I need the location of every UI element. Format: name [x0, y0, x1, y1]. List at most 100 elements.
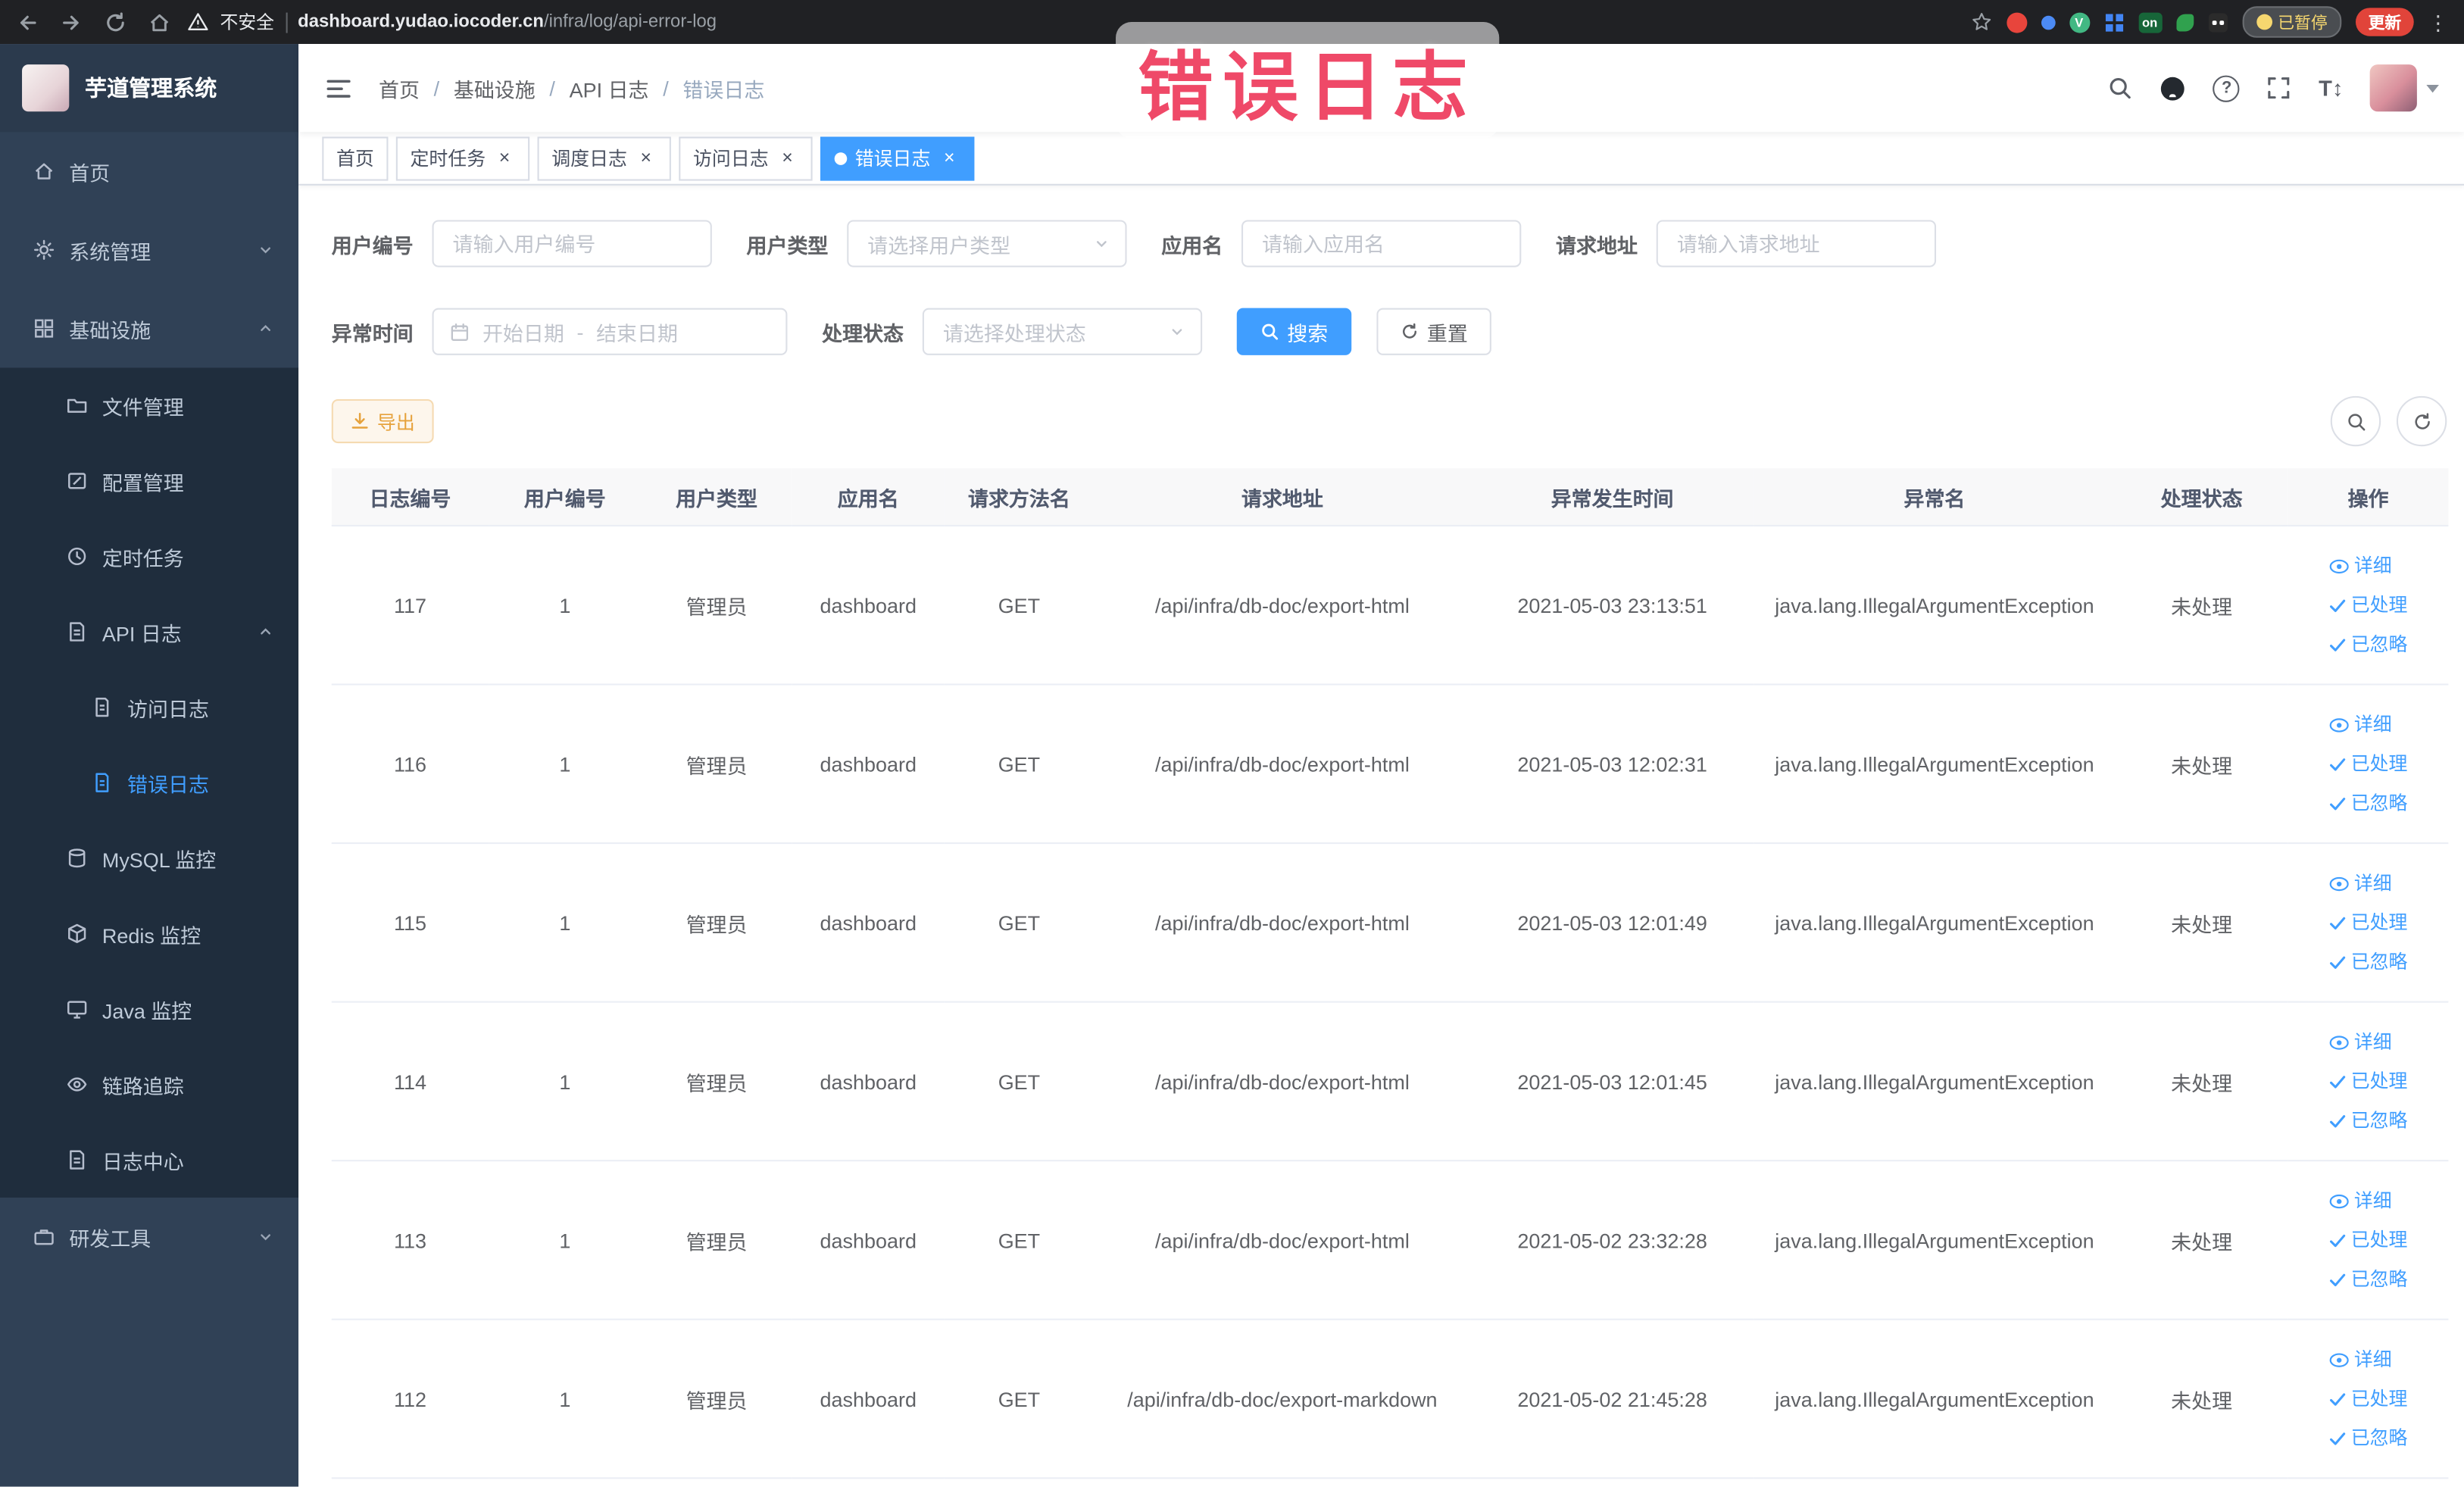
detail-link[interactable]: 详细	[2329, 1182, 2392, 1219]
mark-ignored-link[interactable]: 已忽略	[2329, 785, 2407, 821]
mark-processed-link[interactable]: 已处理	[2329, 587, 2407, 623]
extension-icon-2[interactable]	[2040, 14, 2055, 30]
sidebar-item-api-logs[interactable]: API 日志	[0, 594, 298, 670]
tab-scheduled-jobs[interactable]: 定时任务 ×	[395, 136, 530, 180]
app-name-input[interactable]	[1241, 220, 1522, 267]
sidebar-item-java-monitor[interactable]: Java 监控	[0, 971, 298, 1047]
extension-icon-leaf[interactable]	[2175, 13, 2194, 31]
process-status-label: 处理状态	[822, 321, 904, 345]
address-bar[interactable]: 不安全 dashboard.yudao.iocoder.cn/infra/log…	[187, 9, 1954, 34]
user-menu[interactable]	[2369, 64, 2439, 112]
paused-badge[interactable]: 已暂停	[2241, 6, 2342, 38]
sidebar-item-mysql-monitor[interactable]: MySQL 监控	[0, 820, 298, 896]
sidebar-item-file-mgmt[interactable]: 文件管理	[0, 367, 298, 443]
bookmark-star-icon[interactable]	[1970, 11, 1992, 33]
tab-dispatch-log[interactable]: 调度日志 ×	[537, 136, 671, 180]
sidebar-item-home[interactable]: 首页	[0, 132, 298, 211]
filter-row-1: 用户编号 用户类型 请选择用户类型 应用名	[332, 220, 2447, 267]
cell-exception-name: java.lang.IllegalArgumentException	[1754, 1319, 2116, 1479]
user-type-select[interactable]: 请选择用户类型	[847, 220, 1127, 267]
mark-ignored-link[interactable]: 已忽略	[2329, 1261, 2407, 1298]
mark-processed-link[interactable]: 已处理	[2329, 745, 2407, 782]
page-content: 用户编号 用户类型 请选择用户类型 应用名	[298, 185, 2464, 1487]
close-icon[interactable]: ×	[938, 146, 960, 169]
extension-icon-on[interactable]: on	[2138, 11, 2162, 33]
extension-icon-1[interactable]	[2006, 11, 2027, 33]
help-icon[interactable]: ?	[2213, 74, 2241, 102]
mark-processed-link[interactable]: 已处理	[2329, 1064, 2407, 1100]
download-icon	[351, 412, 370, 431]
detail-link[interactable]: 详细	[2329, 865, 2392, 901]
grid-icon	[33, 317, 55, 339]
forward-icon[interactable]	[60, 10, 83, 33]
close-icon[interactable]: ×	[494, 146, 516, 169]
sidebar-item-tracing[interactable]: 链路追踪	[0, 1047, 298, 1123]
extension-icon-grid[interactable]	[2103, 12, 2124, 33]
cell-request-url: /api/infra/db-doc/export-html	[1093, 525, 1471, 686]
cell-exception-time: 2021-05-02 23:32:28	[1470, 1161, 1754, 1320]
date-range-picker[interactable]: 开始日期 - 结束日期	[432, 308, 788, 355]
breadcrumb-item[interactable]: 基础设施	[454, 73, 536, 102]
app-logo[interactable]: 芋道管理系统	[0, 44, 299, 133]
reload-icon[interactable]	[104, 10, 127, 33]
sidebar-item-scheduled-jobs[interactable]: 定时任务	[0, 519, 298, 595]
extension-icon-vue[interactable]: V	[2069, 11, 2090, 33]
check-icon	[2329, 1073, 2347, 1090]
sidebar-item-system-mgmt[interactable]: 系统管理	[0, 211, 298, 289]
table-row: 113 1 管理员 dashboard GET /api/infra/db-do…	[331, 1161, 2449, 1320]
mark-ignored-link[interactable]: 已忽略	[2329, 1102, 2407, 1139]
export-button[interactable]: 导出	[331, 398, 434, 444]
home-icon[interactable]	[148, 10, 171, 33]
tab-error-log[interactable]: 错误日志 ×	[820, 136, 975, 180]
close-icon[interactable]: ×	[776, 146, 798, 169]
browser-menu-icon[interactable]: ⋮	[2428, 12, 2448, 33]
sidebar-item-redis-monitor[interactable]: Redis 监控	[0, 896, 298, 972]
detail-link[interactable]: 详细	[2329, 548, 2392, 584]
mark-processed-link[interactable]: 已处理	[2329, 1381, 2407, 1417]
hamburger-icon[interactable]	[323, 73, 353, 102]
mark-processed-link[interactable]: 已处理	[2329, 904, 2407, 941]
sidebar-item-log-center[interactable]: 日志中心	[0, 1122, 298, 1198]
mark-ignored-link[interactable]: 已忽略	[2329, 944, 2407, 980]
tab-home[interactable]: 首页	[322, 136, 389, 180]
cell-status: 未处理	[2115, 843, 2288, 1003]
mark-processed-link[interactable]: 已处理	[2329, 1222, 2407, 1258]
search-button[interactable]: 搜索	[1236, 308, 1352, 355]
cell-exception-name: java.lang.IllegalArgumentException	[1754, 684, 2116, 845]
eye-icon	[2329, 557, 2350, 574]
api-logs-submenu: 访问日志 错误日志	[0, 670, 298, 820]
update-button[interactable]: 更新	[2355, 8, 2414, 36]
close-icon[interactable]: ×	[635, 146, 657, 169]
page-url[interactable]: dashboard.yudao.iocoder.cn/infra/log/api…	[298, 13, 717, 32]
refresh-table-button[interactable]	[2396, 395, 2447, 447]
detail-link[interactable]: 详细	[2329, 707, 2392, 743]
tab-access-log[interactable]: 访问日志 ×	[679, 136, 813, 180]
mark-ignored-link[interactable]: 已忽略	[2329, 1420, 2407, 1456]
request-url-input[interactable]	[1656, 220, 1937, 267]
reset-button[interactable]: 重置	[1376, 308, 1492, 355]
eye-icon	[2329, 1192, 2350, 1210]
cell-status: 未处理	[2115, 1001, 2288, 1162]
sidebar-item-access-log[interactable]: 访问日志	[0, 670, 298, 745]
back-icon[interactable]	[16, 10, 39, 33]
toggle-search-button[interactable]	[2330, 395, 2381, 447]
breadcrumb-item[interactable]: API 日志	[570, 73, 649, 102]
search-icon[interactable]	[2108, 76, 2133, 101]
process-status-select[interactable]: 请选择处理状态	[922, 308, 1203, 355]
fullscreen-icon[interactable]	[2267, 76, 2292, 101]
github-icon[interactable]	[2160, 75, 2187, 102]
sidebar-item-dev-tools[interactable]: 研发工具	[0, 1198, 298, 1276]
cell-status: 未处理	[2115, 1319, 2288, 1479]
cell-log-id: 114	[331, 1001, 489, 1162]
mark-ignored-link[interactable]: 已忽略	[2329, 626, 2407, 663]
font-size-icon[interactable]: T↕	[2319, 76, 2343, 101]
sidebar-item-error-log[interactable]: 错误日志	[0, 745, 298, 820]
extension-icon-monkey[interactable]	[2207, 12, 2228, 33]
detail-link[interactable]: 详细	[2329, 1024, 2392, 1061]
cell-user-type: 管理员	[641, 1001, 792, 1162]
detail-link[interactable]: 详细	[2329, 1342, 2392, 1378]
sidebar-item-infrastructure[interactable]: 基础设施	[0, 289, 298, 368]
sidebar-item-config-mgmt[interactable]: 配置管理	[0, 443, 298, 519]
breadcrumb-item[interactable]: 首页	[379, 73, 420, 102]
user-id-input[interactable]	[432, 220, 712, 267]
